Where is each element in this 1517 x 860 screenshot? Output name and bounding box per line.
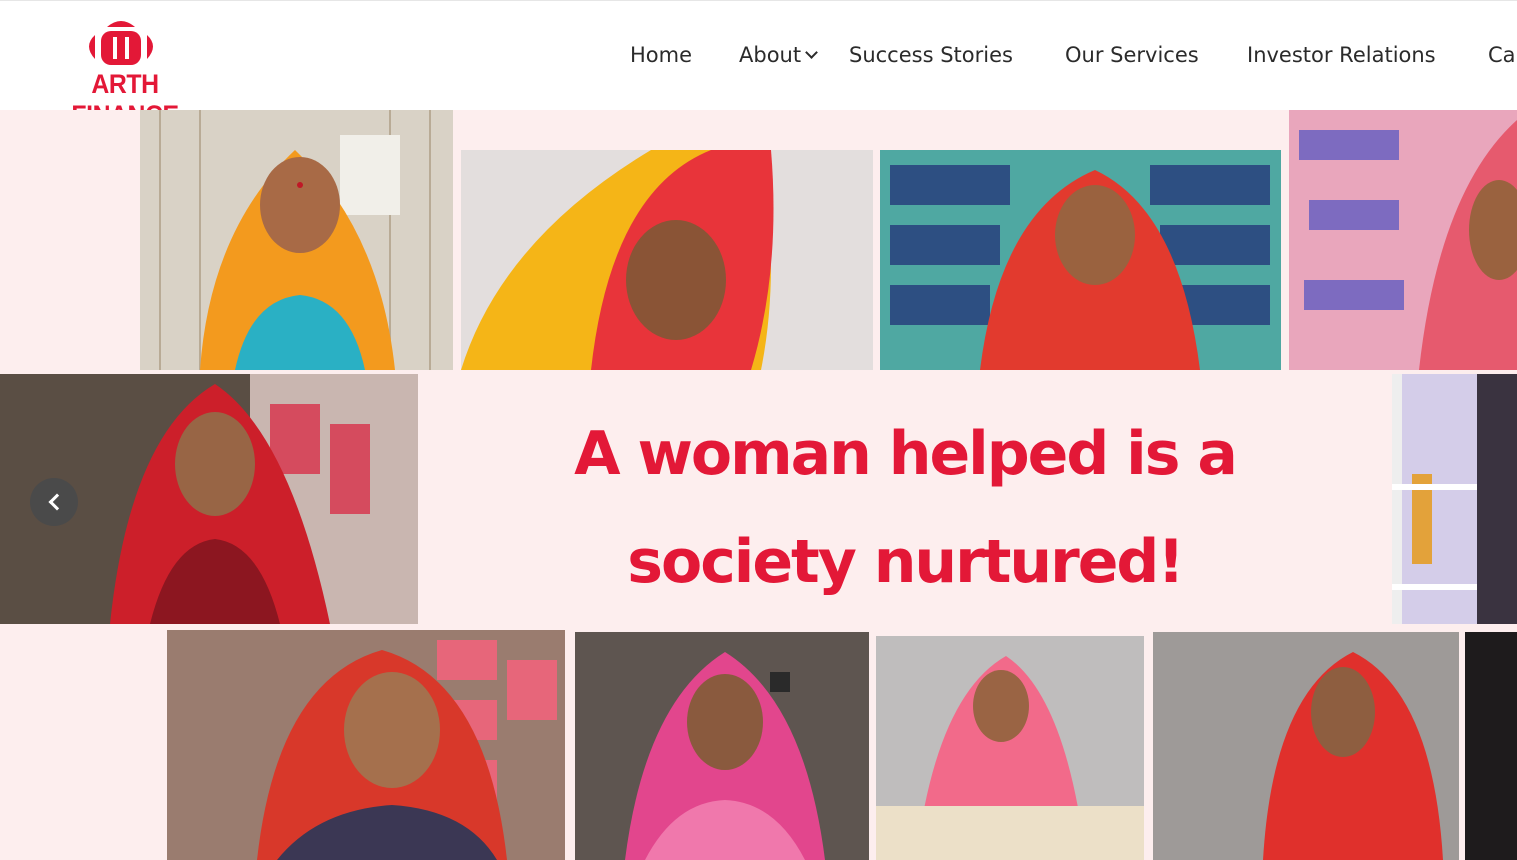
nav-careers-partial[interactable]: Ca [1488, 39, 1516, 71]
hero-headline: A woman helped is a society nurtured! [430, 400, 1380, 616]
chevron-left-icon [48, 493, 65, 511]
hero-headline-line-2: society nurtured! [627, 527, 1184, 597]
photo-woman-orange-dupatta [140, 110, 453, 370]
arth-logo-mark-icon [89, 21, 153, 65]
nav-our-services[interactable]: Our Services [1065, 39, 1199, 71]
hero-headline-line-1: A woman helped is a [574, 419, 1238, 489]
photo-woman-red-dupatta-profile [1153, 632, 1459, 860]
carousel-prev-button[interactable] [30, 478, 78, 526]
site-header: ARTH FINANCE Home About Success Stories … [0, 0, 1517, 130]
photo-woman-pink-dupatta-embroidering [876, 636, 1144, 860]
photo-dark-edge [1465, 632, 1517, 860]
photo-woman-red-saree-shop [880, 150, 1281, 370]
nav-about-label: About [739, 43, 802, 67]
nav-home[interactable]: Home [630, 39, 692, 71]
photo-woman-yellow-red-dupatta [461, 150, 873, 370]
brand-logo[interactable]: ARTH FINANCE [30, 11, 220, 130]
photo-shop-shelf-bangles [1392, 374, 1517, 624]
photo-woman-red-saree-store [167, 630, 565, 860]
nav-success-stories[interactable]: Success Stories [849, 39, 1013, 71]
nav-investor-relations[interactable]: Investor Relations [1247, 39, 1436, 71]
nav-about[interactable]: About [739, 39, 818, 71]
chevron-down-icon [805, 46, 818, 59]
hero-banner: A woman helped is a society nurtured! [0, 110, 1517, 860]
photo-woman-pink-dupatta-smiling [575, 632, 869, 860]
photo-woman-pink-dupatta-shop [1289, 110, 1517, 370]
